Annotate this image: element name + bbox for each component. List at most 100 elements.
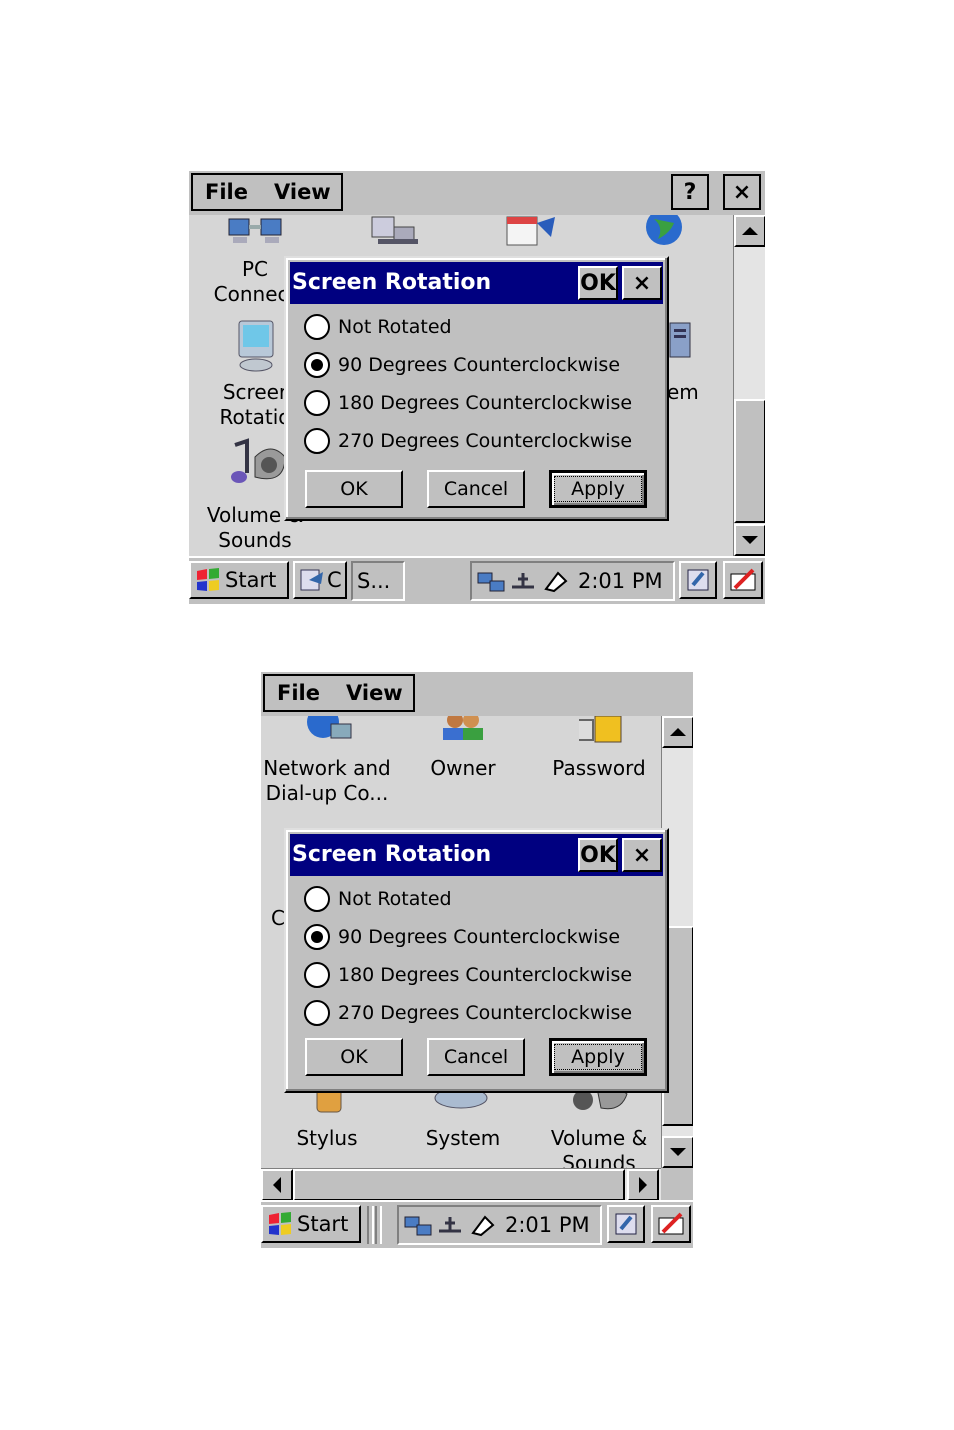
radio-dot (311, 359, 323, 371)
option-270-ccw[interactable]: 270 Degrees Counterclockwise (304, 428, 632, 454)
taskbar: Start 2:01 PM (261, 1200, 693, 1248)
item-password[interactable]: Password (529, 756, 661, 781)
dialog-title: Screen Rotation (292, 842, 492, 867)
pen-input-icon (658, 1212, 684, 1235)
title-close-button[interactable]: × (622, 838, 662, 872)
option-90-ccw[interactable]: 90 Degrees Counterclockwise (304, 924, 620, 950)
dialog-title: Screen Rotation (292, 270, 492, 295)
taskbar-app-control-panel[interactable]: C (293, 561, 347, 599)
arrow-up-icon (670, 728, 686, 736)
usb-connection-icon (512, 573, 534, 589)
input-panel-icon (471, 1215, 495, 1237)
horizontal-scrollbar[interactable] (261, 1168, 661, 1201)
volume-sounds-icon (231, 438, 286, 483)
help-button[interactable]: ? (671, 174, 709, 210)
apply-button[interactable]: Apply (549, 1038, 647, 1076)
system-tray: 2:01 PM (470, 561, 675, 601)
dialog-title-bar: Screen Rotation OK × (290, 834, 663, 876)
cancel-button[interactable]: Cancel (427, 1038, 525, 1076)
apply-button[interactable]: Apply (549, 470, 647, 508)
windows-logo-icon (269, 1212, 291, 1235)
radio-button[interactable] (304, 390, 330, 416)
partial-item-label: C (271, 906, 285, 930)
menu-bar: File View (261, 672, 693, 716)
desktop-icon (615, 1213, 637, 1235)
clock: 2:01 PM (578, 569, 663, 593)
scroll-thumb[interactable] (734, 399, 765, 523)
taskbar-separator (367, 1206, 374, 1244)
horizontal-scroll-thumb[interactable] (293, 1169, 625, 1201)
arrow-down-icon (670, 1148, 686, 1156)
ok-button[interactable]: OK (305, 470, 403, 508)
option-not-rotated[interactable]: Not Rotated (304, 886, 452, 912)
remove-programs-icon (646, 215, 682, 245)
radio-button[interactable] (304, 428, 330, 454)
arrow-right-icon (639, 1177, 647, 1193)
owner-icon (443, 716, 483, 740)
radio-button[interactable] (304, 886, 330, 912)
menu-file[interactable]: File (277, 681, 320, 705)
arrow-down-icon (742, 536, 758, 544)
item-stylus[interactable]: Stylus (261, 1126, 397, 1151)
option-180-ccw[interactable]: 180 Degrees Counterclockwise (304, 390, 632, 416)
scroll-left-button[interactable] (261, 1169, 293, 1201)
screen-rotation-dialog: Screen Rotation OK × Not Rotated 90 Degr… (284, 256, 669, 521)
desktop-icon (687, 569, 709, 591)
pen-input-icon (730, 568, 756, 591)
start-button[interactable]: Start (189, 561, 289, 599)
network-icon (477, 572, 505, 592)
option-90-ccw[interactable]: 90 Degrees Counterclockwise (304, 352, 620, 378)
menu-bar: File View ? × (189, 171, 765, 215)
radio-button-selected[interactable] (304, 352, 330, 378)
menu-group: File View (263, 674, 415, 712)
start-button[interactable]: Start (261, 1205, 361, 1243)
keyboard-button[interactable] (723, 561, 763, 599)
dialog-title-bar: Screen Rotation OK × (290, 262, 663, 304)
menu-view[interactable]: View (346, 681, 403, 705)
scroll-up-button[interactable] (734, 215, 765, 247)
desktop-button[interactable] (607, 1205, 645, 1243)
menu-file[interactable]: File (205, 180, 248, 204)
input-panel-icon (544, 571, 568, 593)
radio-button[interactable] (304, 314, 330, 340)
system-tray: 2:01 PM (397, 1205, 602, 1245)
item-system[interactable]: em (667, 380, 727, 405)
windows-logo-icon (197, 568, 219, 591)
window-close-button[interactable]: × (723, 174, 761, 210)
cancel-button[interactable]: Cancel (427, 470, 525, 508)
option-270-ccw[interactable]: 270 Degrees Counterclockwise (304, 1000, 632, 1026)
scroll-corner (661, 1168, 693, 1200)
clock: 2:01 PM (505, 1213, 590, 1237)
title-ok-button[interactable]: OK (578, 838, 618, 872)
arrow-up-icon (742, 227, 758, 235)
taskbar-separator (375, 1206, 382, 1244)
item-owner[interactable]: Owner (393, 756, 533, 781)
scroll-down-button[interactable] (734, 524, 765, 556)
screen-rotation-dialog: Screen Rotation OK × Not Rotated 90 Degr… (284, 828, 669, 1093)
scroll-down-button[interactable] (662, 1136, 693, 1168)
item-network-dialup[interactable]: Network and Dial-up Co... (261, 756, 397, 806)
item-volume-sounds[interactable]: Volume & Sounds (529, 1126, 661, 1168)
control-panel-icon (300, 569, 323, 591)
screenshot-portrait: File View Network and Dial-up Co... Owne… (261, 672, 693, 1248)
radio-button-selected[interactable] (304, 924, 330, 950)
title-close-button[interactable]: × (622, 266, 662, 300)
scroll-right-button[interactable] (627, 1169, 659, 1201)
menu-view[interactable]: View (274, 180, 331, 204)
title-ok-button[interactable]: OK (578, 266, 618, 300)
radio-dot (311, 931, 323, 943)
ok-button[interactable]: OK (305, 1038, 403, 1076)
vertical-scrollbar[interactable] (733, 215, 765, 556)
radio-button[interactable] (304, 962, 330, 988)
item-system[interactable]: System (393, 1126, 533, 1151)
desktop-button[interactable] (679, 561, 717, 599)
radio-button[interactable] (304, 1000, 330, 1026)
scroll-up-button[interactable] (662, 716, 693, 748)
screen-rotation-icon (238, 320, 274, 372)
screenshot-landscape: File View ? × PC Connect ove ams (189, 171, 765, 604)
network-device-icon (371, 216, 418, 244)
option-180-ccw[interactable]: 180 Degrees Counterclockwise (304, 962, 632, 988)
keyboard-button[interactable] (651, 1205, 691, 1243)
option-not-rotated[interactable]: Not Rotated (304, 314, 452, 340)
taskbar-app-screen-rotation[interactable]: S... (351, 561, 405, 601)
